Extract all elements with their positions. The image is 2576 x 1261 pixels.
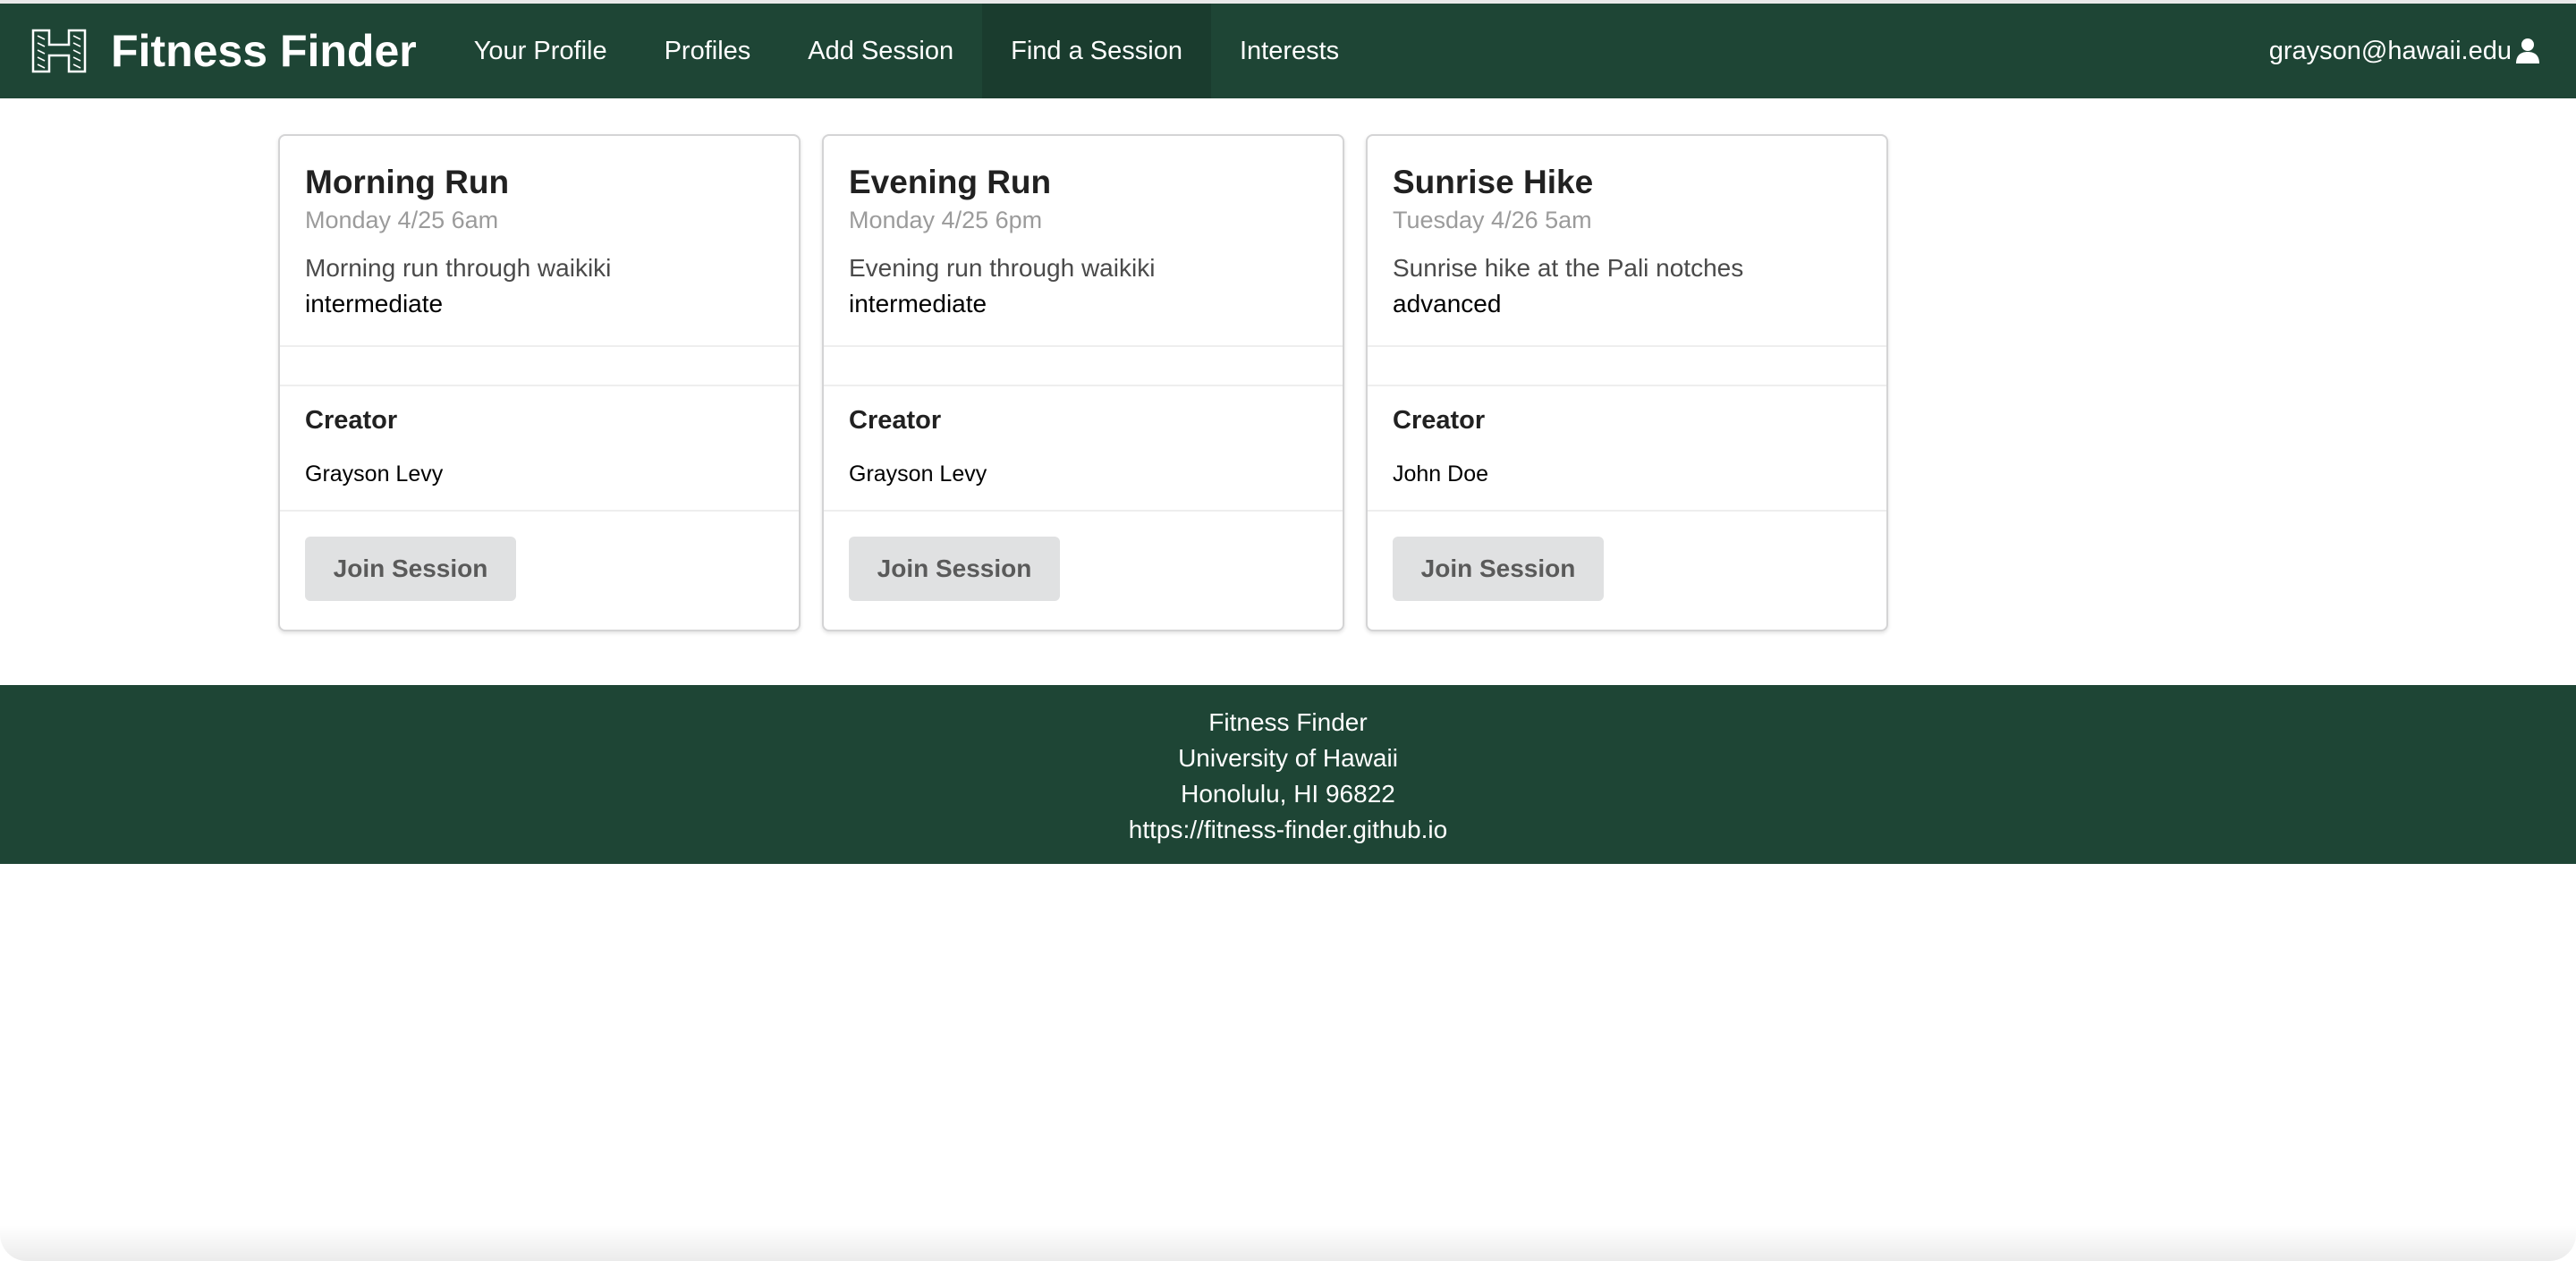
- card-content: Sunrise Hike Tuesday 4/26 5am Sunrise hi…: [1368, 136, 1886, 347]
- session-title: Evening Run: [849, 164, 1052, 200]
- session-card: Evening Run Monday 4/25 6pm Evening run …: [822, 134, 1344, 631]
- nav-menu: Your Profile Profiles Add Session Find a…: [445, 4, 1368, 98]
- creator-section: Creator John Doe: [1368, 386, 1886, 512]
- card-divider: [1368, 347, 1886, 386]
- top-navbar: Fitness Finder Your Profile Profiles Add…: [0, 4, 2576, 98]
- session-cards: Morning Run Monday 4/25 6am Morning run …: [278, 134, 1910, 631]
- session-description: Morning run through waikiki: [305, 254, 612, 282]
- card-content: Evening Run Monday 4/25 6pm Evening run …: [824, 136, 1343, 347]
- creator-label: Creator: [849, 406, 942, 435]
- creator-section: Creator Grayson Levy: [280, 386, 799, 512]
- footer-url[interactable]: https://fitness-finder.github.io: [0, 812, 2576, 848]
- user-icon: [2515, 38, 2540, 64]
- session-level: intermediate: [849, 290, 987, 317]
- user-menu[interactable]: grayson@hawaii.edu: [2269, 4, 2540, 98]
- session-level: advanced: [1393, 290, 1502, 317]
- card-actions: Join Session: [824, 512, 1343, 626]
- join-session-button[interactable]: Join Session: [849, 537, 1060, 601]
- card-divider: [280, 347, 799, 386]
- join-session-button[interactable]: Join Session: [1393, 537, 1604, 601]
- user-email: grayson@hawaii.edu: [2268, 36, 2512, 65]
- nav-item-find-a-session[interactable]: Find a Session: [982, 4, 1211, 98]
- footer-address: Honolulu, HI 96822: [1181, 780, 1395, 808]
- session-card: Morning Run Monday 4/25 6am Morning run …: [278, 134, 801, 631]
- session-date: Monday 4/25 6pm: [849, 207, 1043, 233]
- brand-title: Fitness Finder: [111, 26, 417, 76]
- creator-label: Creator: [305, 406, 398, 435]
- footer-university: University of Hawaii: [1178, 744, 1398, 772]
- session-date: Monday 4/25 6am: [305, 207, 499, 233]
- session-title: Morning Run: [305, 164, 510, 200]
- nav-item-add-session[interactable]: Add Session: [779, 4, 982, 98]
- join-session-button[interactable]: Join Session: [305, 537, 516, 601]
- card-divider: [824, 347, 1343, 386]
- creator-name: John Doe: [1393, 461, 1489, 487]
- session-title: Sunrise Hike: [1393, 164, 1594, 200]
- nav-item-your-profile[interactable]: Your Profile: [445, 4, 636, 98]
- creator-name: Grayson Levy: [305, 461, 444, 487]
- page-footer: Fitness Finder University of Hawaii Hono…: [0, 685, 2576, 864]
- session-card: Sunrise Hike Tuesday 4/26 5am Sunrise hi…: [1366, 134, 1888, 631]
- hawaii-h-logo-icon: [29, 26, 89, 76]
- card-content: Morning Run Monday 4/25 6am Morning run …: [280, 136, 799, 347]
- session-level: intermediate: [305, 290, 444, 317]
- creator-label: Creator: [1393, 406, 1486, 435]
- nav-item-interests[interactable]: Interests: [1211, 4, 1368, 98]
- card-actions: Join Session: [280, 512, 799, 626]
- nav-item-profiles[interactable]: Profiles: [636, 4, 780, 98]
- session-description: Sunrise hike at the Pali notches: [1393, 254, 1744, 282]
- window-bottom-shadow: [0, 1225, 2576, 1261]
- creator-section: Creator Grayson Levy: [824, 386, 1343, 512]
- brand-link[interactable]: Fitness Finder: [29, 4, 417, 98]
- session-date: Tuesday 4/26 5am: [1393, 207, 1592, 233]
- card-actions: Join Session: [1368, 512, 1886, 626]
- footer-app-name: Fitness Finder: [1208, 708, 1368, 736]
- session-description: Evening run through waikiki: [849, 254, 1156, 282]
- creator-name: Grayson Levy: [849, 461, 987, 487]
